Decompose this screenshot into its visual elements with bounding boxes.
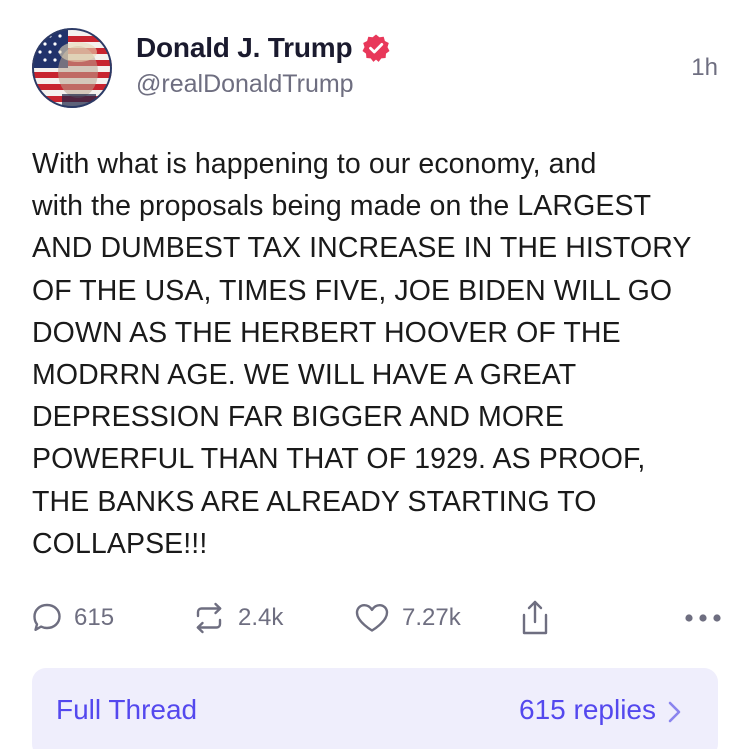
verified-badge-icon bbox=[361, 33, 391, 63]
retruth-icon bbox=[196, 602, 222, 634]
avatar-image bbox=[32, 28, 112, 108]
post-header: Donald J. Trump @realDonaldTrump 1h bbox=[32, 28, 722, 108]
like-button[interactable]: 7.27k bbox=[354, 596, 461, 640]
author-handle[interactable]: @realDonaldTrump bbox=[136, 70, 391, 99]
more-options-button[interactable] bbox=[684, 596, 722, 640]
author-display-name[interactable]: Donald J. Trump bbox=[136, 32, 353, 64]
post-timestamp[interactable]: 1h bbox=[691, 54, 718, 82]
author-info: Donald J. Trump @realDonaldTrump bbox=[136, 32, 391, 99]
reply-icon bbox=[33, 603, 61, 631]
share-button[interactable] bbox=[520, 596, 550, 640]
thread-replies-count: 615 replies bbox=[519, 694, 656, 725]
reply-button[interactable]: 615 bbox=[32, 596, 114, 640]
full-thread-label: Full Thread bbox=[56, 694, 198, 725]
post-actions: 615 2.4k 7.27k bbox=[32, 596, 722, 640]
retruth-button[interactable]: 2.4k bbox=[192, 596, 283, 640]
post-text: With what is happening to our economy, a… bbox=[32, 148, 692, 560]
avatar[interactable] bbox=[32, 28, 112, 108]
heart-icon bbox=[355, 604, 389, 632]
chevron-right-icon bbox=[666, 698, 684, 726]
post-card: Donald J. Trump @realDonaldTrump 1h With… bbox=[0, 0, 749, 749]
reply-count: 615 bbox=[74, 604, 115, 631]
like-count: 7.27k bbox=[402, 604, 461, 631]
more-icon bbox=[685, 614, 721, 622]
share-icon bbox=[522, 600, 548, 635]
retruth-count: 2.4k bbox=[238, 604, 284, 631]
full-thread-link[interactable]: Full Thread 615 replies bbox=[32, 668, 718, 749]
